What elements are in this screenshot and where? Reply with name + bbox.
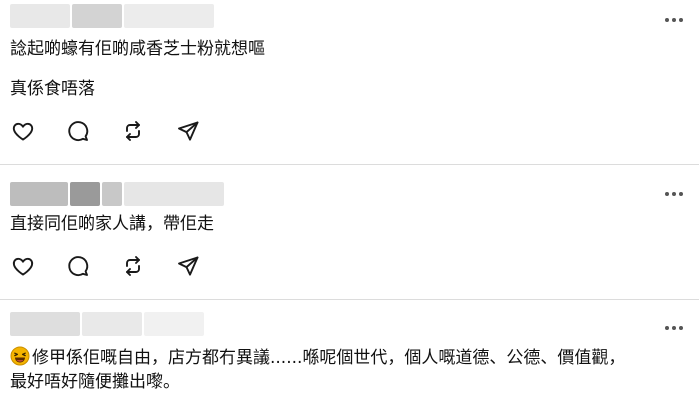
repost-icon <box>126 121 140 141</box>
post-text-line: 最好唔好隨便攤出嚟。 <box>10 372 180 392</box>
thread-reply: 修甲係佢嘅自由，店方都冇異議......喺呢個世代，個人嘅道德、公德、價值觀， … <box>0 300 699 408</box>
thread-reply: 諗起啲蠔有佢啲咸香芝士粉就想嘔 真係食唔落 <box>0 0 699 164</box>
post-text-line: 真係食唔落 <box>10 79 95 99</box>
share-button[interactable] <box>175 118 201 144</box>
post-text-content: 修甲係佢嘅自由，店方都冇異議......喺呢個世代，個人嘅道德、公德、價值觀， <box>32 348 626 368</box>
more-options-button[interactable] <box>665 191 683 197</box>
action-bar <box>10 118 201 144</box>
repost-button[interactable] <box>120 253 146 279</box>
comment-icon <box>68 256 89 277</box>
share-button[interactable] <box>175 253 201 279</box>
comment-button[interactable] <box>65 253 91 279</box>
thread-reply: 直接同佢啲家人講，帶佢走 <box>0 165 699 299</box>
action-bar <box>10 253 201 279</box>
like-button[interactable] <box>10 253 36 279</box>
avatar-username-blurred[interactable] <box>10 182 224 206</box>
post-text-line: 修甲係佢嘅自由，店方都冇異議......喺呢個世代，個人嘅道德、公德、價值觀， <box>10 346 625 369</box>
post-text-line: 直接同佢啲家人講，帶佢走 <box>10 214 214 234</box>
more-options-button[interactable] <box>665 325 683 331</box>
laughing-face-icon <box>10 346 30 366</box>
repost-button[interactable] <box>120 118 146 144</box>
avatar-username-blurred[interactable] <box>10 4 214 28</box>
repost-icon <box>126 256 140 276</box>
heart-icon <box>12 257 34 276</box>
share-icon <box>178 121 199 141</box>
comment-icon <box>68 121 89 142</box>
comment-button[interactable] <box>65 118 91 144</box>
avatar-username-blurred[interactable] <box>10 312 204 336</box>
share-icon <box>178 256 199 276</box>
heart-icon <box>12 122 34 141</box>
more-options-button[interactable] <box>665 17 683 23</box>
like-button[interactable] <box>10 118 36 144</box>
post-text-line: 諗起啲蠔有佢啲咸香芝士粉就想嘔 <box>10 39 265 59</box>
